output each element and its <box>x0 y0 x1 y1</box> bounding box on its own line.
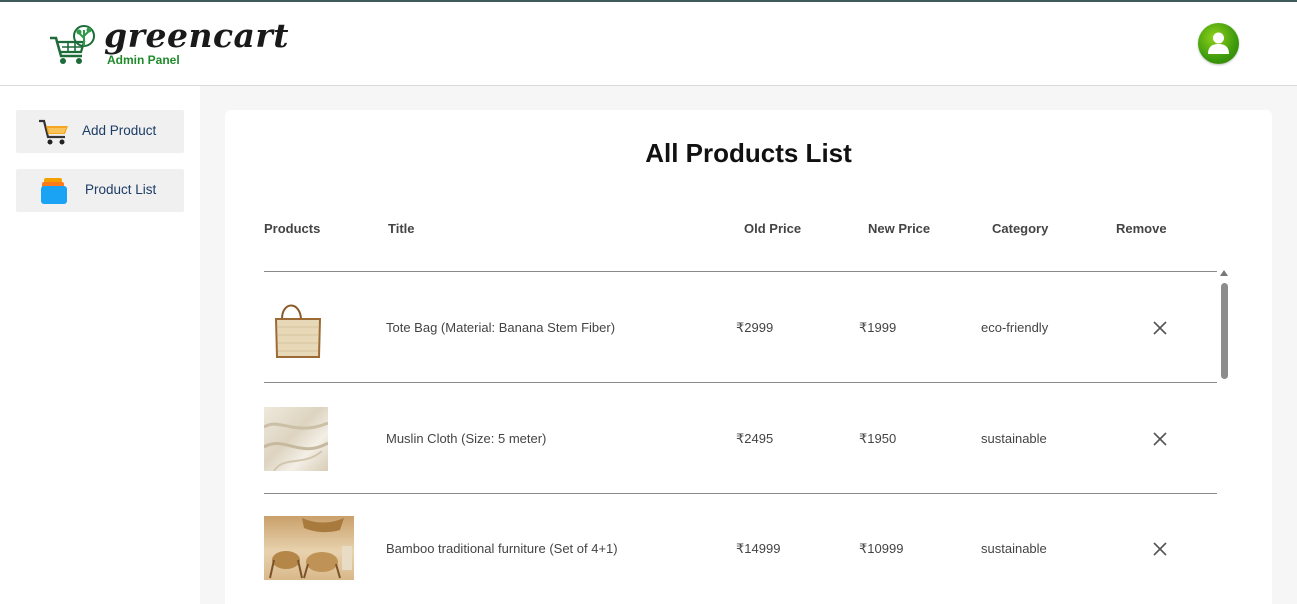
product-category: eco-friendly <box>981 320 1049 335</box>
close-icon[interactable] <box>1153 542 1167 556</box>
admin-panel-label: Admin Panel <box>107 53 180 67</box>
product-title: Muslin Cloth (Size: 5 meter) <box>386 431 547 446</box>
divider <box>264 493 1217 494</box>
brand-logo[interactable]: greencart Admin Panel <box>48 16 289 72</box>
sidebar-item-label: Add Product <box>82 123 157 138</box>
user-icon <box>1208 32 1229 54</box>
new-price: ₹1999 <box>859 320 897 335</box>
product-category: sustainable <box>981 431 1047 446</box>
products-panel: All Products List Products Title Old Pri… <box>225 110 1272 604</box>
product-title: Tote Bag (Material: Banana Stem Fiber) <box>386 320 616 335</box>
top-header: greencart Admin Panel <box>0 2 1297 86</box>
tote-bag-image <box>274 304 322 358</box>
column-header-old-price: Old Price <box>744 221 802 236</box>
product-image <box>264 407 328 471</box>
product-category: sustainable <box>981 541 1047 556</box>
new-price: ₹10999 <box>859 541 904 556</box>
muslin-cloth-image <box>264 421 328 471</box>
brand-name: greencart <box>104 16 290 55</box>
page-title: All Products List <box>645 138 852 168</box>
shopping-cart-tree-icon <box>50 25 95 64</box>
product-image <box>264 297 328 359</box>
column-header-title: Title <box>388 221 415 236</box>
product-image <box>264 516 354 580</box>
old-price: ₹2495 <box>736 431 774 446</box>
product-title: Bamboo traditional furniture (Set of 4+1… <box>386 541 618 556</box>
shopping-cart-icon <box>39 119 68 145</box>
sidebar-item-label: Product List <box>85 182 157 197</box>
close-icon[interactable] <box>1153 432 1167 446</box>
old-price: ₹14999 <box>736 541 781 556</box>
column-header-remove: Remove <box>1116 221 1167 236</box>
bamboo-furniture-image <box>269 518 352 579</box>
sidebar: Add Product Product List <box>0 86 200 604</box>
stacked-list-icon <box>41 178 67 204</box>
column-header-new-price: New Price <box>868 221 931 236</box>
old-price: ₹2999 <box>736 320 774 335</box>
scroll-up-arrow-icon[interactable] <box>1220 270 1228 276</box>
sidebar-item-add-product[interactable]: Add Product <box>16 110 184 153</box>
sidebar-item-product-list[interactable]: Product List <box>16 169 184 212</box>
column-header-products: Products <box>264 221 321 236</box>
divider <box>264 271 1217 272</box>
divider <box>264 382 1217 383</box>
close-icon[interactable] <box>1153 321 1167 335</box>
scrollbar-thumb[interactable] <box>1221 283 1228 379</box>
new-price: ₹1950 <box>859 431 897 446</box>
avatar[interactable] <box>1198 23 1239 64</box>
column-header-category: Category <box>992 221 1049 236</box>
